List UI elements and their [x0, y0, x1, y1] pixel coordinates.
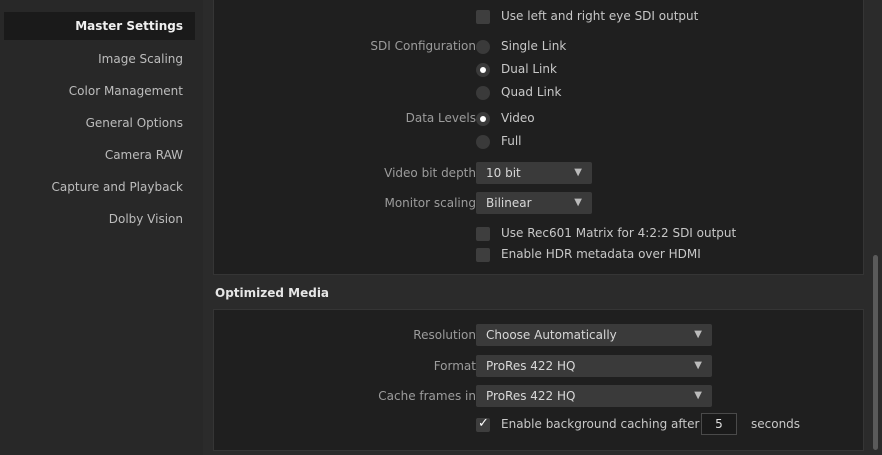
seconds-label: seconds	[751, 417, 801, 431]
sidebar-item-general-options[interactable]: General Options	[86, 109, 183, 137]
sidebar-item-capture-and-playback[interactable]: Capture and Playback	[52, 173, 183, 201]
data-levels-label: Data Levels	[405, 111, 476, 125]
monitor-scaling-select[interactable]: Bilinear ▼	[476, 192, 592, 214]
video-monitoring-panel: Use left and right eye SDI output SDI Co…	[213, 0, 864, 275]
cache-frames-label: Cache frames in	[378, 389, 476, 403]
sidebar-item-dolby-vision[interactable]: Dolby Vision	[109, 205, 183, 233]
sdi-single-link-label: Single Link	[501, 39, 567, 53]
sdi-dual-link-radio[interactable]	[476, 63, 490, 77]
data-levels-video-radio[interactable]	[476, 112, 490, 126]
video-bit-depth-select[interactable]: 10 bit ▼	[476, 162, 592, 184]
format-label: Format	[433, 359, 476, 373]
eye-sdi-label: Use left and right eye SDI output	[501, 9, 699, 23]
rec601-checkbox[interactable]	[476, 227, 490, 241]
format-select[interactable]: ProRes 422 HQ ▼	[476, 355, 712, 377]
hdr-metadata-checkbox[interactable]	[476, 248, 490, 262]
eye-sdi-checkbox[interactable]	[476, 10, 490, 24]
monitor-scaling-value: Bilinear	[486, 196, 532, 210]
sdi-dual-link-label: Dual Link	[501, 62, 557, 76]
sdi-single-link-radio[interactable]	[476, 40, 490, 54]
video-bit-depth-label: Video bit depth	[384, 166, 476, 180]
sidebar-item-camera-raw[interactable]: Camera RAW	[105, 141, 183, 169]
sdi-configuration-label: SDI Configuration	[370, 39, 476, 53]
sidebar-item-image-scaling[interactable]: Image Scaling	[98, 45, 183, 73]
data-levels-video-label: Video	[501, 111, 535, 125]
optimized-media-title: Optimized Media	[215, 286, 330, 300]
vertical-scrollbar[interactable]	[873, 255, 878, 450]
cache-frames-value: ProRes 422 HQ	[486, 389, 576, 403]
chevron-down-icon: ▼	[694, 390, 702, 401]
cache-frames-select[interactable]: ProRes 422 HQ ▼	[476, 385, 712, 407]
background-caching-checkbox[interactable]	[476, 416, 490, 432]
chevron-down-icon: ▼	[574, 167, 582, 178]
format-value: ProRes 422 HQ	[486, 359, 576, 373]
sdi-quad-link-radio[interactable]	[476, 86, 490, 100]
settings-content: Use left and right eye SDI output SDI Co…	[203, 0, 882, 455]
sidebar: Master Settings Image Scaling Color Mana…	[0, 0, 203, 455]
data-levels-full-label: Full	[501, 134, 522, 148]
chevron-down-icon: ▼	[574, 197, 582, 208]
sidebar-item-master-settings[interactable]: Master Settings	[4, 12, 195, 40]
resolution-label: Resolution	[413, 328, 476, 342]
data-levels-full-radio[interactable]	[476, 135, 490, 149]
background-caching-label: Enable background caching after	[501, 417, 700, 431]
hdr-metadata-label: Enable HDR metadata over HDMI	[501, 247, 701, 261]
chevron-down-icon: ▼	[694, 360, 702, 371]
sdi-quad-link-label: Quad Link	[501, 85, 562, 99]
optimized-media-panel: Resolution Choose Automatically ▼ Format…	[213, 309, 864, 451]
resolution-value: Choose Automatically	[486, 328, 617, 342]
monitor-scaling-label: Monitor scaling	[384, 196, 476, 210]
rec601-label: Use Rec601 Matrix for 4:2:2 SDI output	[501, 226, 737, 240]
chevron-down-icon: ▼	[694, 329, 702, 340]
resolution-select[interactable]: Choose Automatically ▼	[476, 324, 712, 346]
sidebar-item-color-management[interactable]: Color Management	[69, 77, 183, 105]
video-bit-depth-value: 10 bit	[486, 166, 521, 180]
background-caching-seconds-input[interactable]: 5	[701, 413, 737, 435]
